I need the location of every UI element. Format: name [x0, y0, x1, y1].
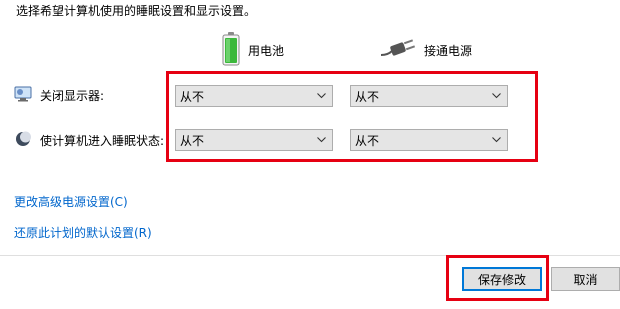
row-label-put-to-sleep: 使计算机进入睡眠状态: — [40, 134, 165, 148]
row-put-to-sleep: 使计算机进入睡眠状态: — [14, 130, 164, 151]
column-header-battery: 用电池 — [222, 32, 284, 69]
column-label-plugged-in: 接通电源 — [424, 44, 473, 58]
row-turn-off-display: 关闭显示器: — [14, 86, 104, 105]
dropdowns-highlight-box — [166, 71, 538, 162]
power-plug-icon — [380, 38, 416, 63]
battery-icon — [222, 32, 240, 69]
save-changes-button[interactable]: 保存修改 — [462, 267, 542, 291]
column-header-plugged-in: 接通电源 — [380, 38, 472, 63]
row-label-turn-off-display: 关闭显示器: — [40, 89, 105, 103]
restore-default-settings-link[interactable]: 还原此计划的默认设置(R) — [14, 224, 152, 241]
instruction-text: 选择希望计算机使用的睡眠设置和显示设置。 — [16, 4, 257, 18]
change-advanced-power-settings-link[interactable]: 更改高级电源设置(C) — [14, 193, 128, 210]
column-label-battery: 用电池 — [248, 44, 285, 58]
cancel-button[interactable]: 取消 — [551, 267, 620, 291]
monitor-icon — [14, 86, 32, 105]
moon-icon — [14, 130, 32, 151]
